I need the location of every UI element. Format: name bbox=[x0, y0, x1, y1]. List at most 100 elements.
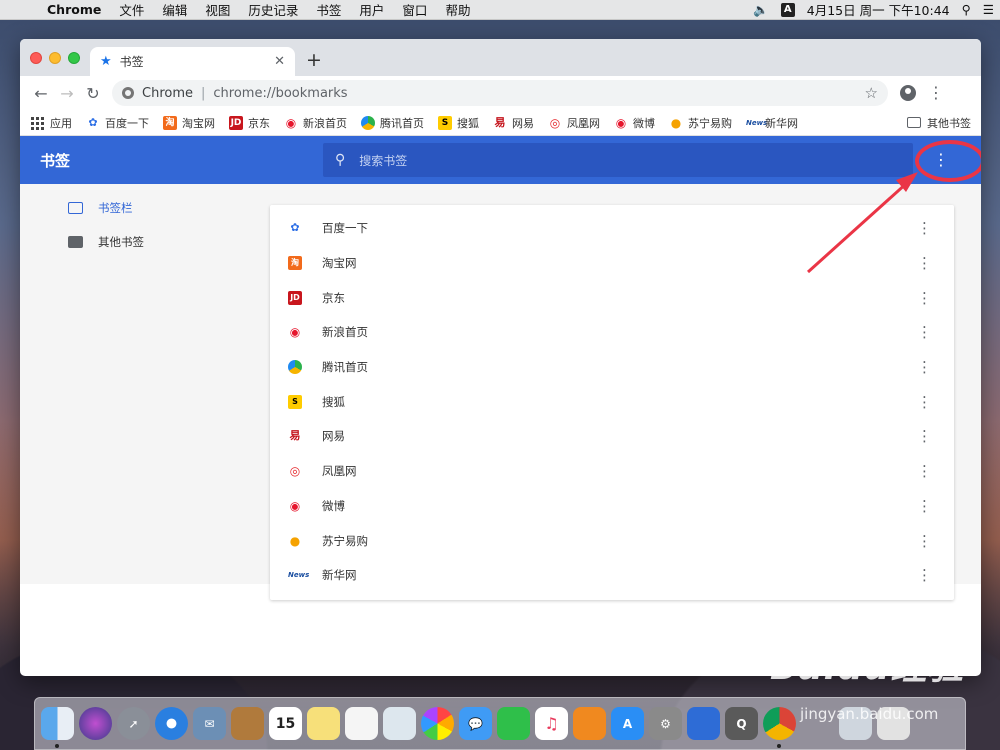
new-tab-button[interactable]: + bbox=[306, 49, 322, 71]
bookmark-suning[interactable]: ● 苏宁易购 bbox=[669, 115, 732, 131]
notification-center-icon[interactable]: ☰ bbox=[977, 2, 1000, 17]
menu-edit[interactable]: 编辑 bbox=[153, 0, 196, 19]
search-bookmarks-input[interactable]: ⚲ 搜索书签 bbox=[323, 143, 913, 177]
books-icon[interactable] bbox=[573, 707, 606, 740]
close-tab-icon[interactable]: ✕ bbox=[274, 54, 285, 69]
list-item[interactable]: ✿ 百度一下 ⋮ bbox=[270, 211, 954, 246]
clock[interactable]: 4月15日 周一 下午10:44 bbox=[801, 0, 956, 19]
list-item[interactable]: ◉ 新浪首页 ⋮ bbox=[270, 315, 954, 350]
menu-help[interactable]: 帮助 bbox=[436, 0, 479, 19]
bookmark-jd[interactable]: JD 京东 bbox=[229, 115, 270, 131]
back-arrow-icon[interactable]: ← bbox=[28, 84, 54, 103]
more-actions-icon[interactable]: ⋮ bbox=[917, 358, 932, 376]
bookmark-label: 苏宁易购 bbox=[688, 116, 732, 130]
contacts-icon[interactable] bbox=[231, 707, 264, 740]
bookmark-weibo[interactable]: ◉ 微博 bbox=[614, 115, 655, 131]
bookmark-taobao[interactable]: 淘淘宝网 bbox=[163, 115, 215, 131]
reload-icon[interactable]: ↻ bbox=[80, 84, 106, 103]
minimize-window-button[interactable] bbox=[49, 52, 61, 64]
list-item[interactable]: ◉ 微博 ⋮ bbox=[270, 489, 954, 524]
menu-history[interactable]: 历史记录 bbox=[239, 0, 307, 19]
tab-bookmarks[interactable]: ★ 书签 ✕ bbox=[90, 47, 295, 76]
jd-favicon-icon: JD bbox=[229, 115, 243, 130]
chrome-menu-icon[interactable]: ⋮ bbox=[928, 85, 944, 101]
folder-sidebar: 书签栏 其他书签 bbox=[20, 184, 260, 259]
bookmark-xinhua[interactable]: News 新华网 bbox=[746, 115, 798, 131]
screen-sharing-icon[interactable] bbox=[687, 707, 720, 740]
sidebar-item-label: 书签栏 bbox=[98, 201, 133, 215]
chrome-dock-icon[interactable] bbox=[763, 707, 796, 748]
app-store-icon[interactable]: A bbox=[611, 707, 644, 740]
sidebar-item-bookmarks-bar[interactable]: 书签栏 bbox=[20, 191, 260, 225]
music-icon[interactable]: ♫ bbox=[535, 707, 568, 740]
volume-icon[interactable]: 🔈 bbox=[747, 2, 775, 18]
siri-icon[interactable] bbox=[79, 707, 112, 740]
apps-shortcut[interactable]: 应用 bbox=[30, 115, 72, 131]
more-actions-icon[interactable]: ⋮ bbox=[917, 462, 932, 480]
more-actions-icon[interactable]: ⋮ bbox=[917, 289, 932, 307]
bookmark-star-icon[interactable]: ☆ bbox=[865, 84, 878, 102]
bookmark-ifeng[interactable]: ◎ 凤凰网 bbox=[548, 115, 600, 131]
list-item[interactable]: ● 苏宁易购 ⋮ bbox=[270, 523, 954, 558]
bookmark-label: 凤凰网 bbox=[567, 116, 600, 130]
more-actions-icon[interactable]: ⋮ bbox=[917, 566, 932, 584]
more-actions-icon[interactable]: ⋮ bbox=[917, 323, 932, 341]
mail-icon[interactable]: ✉ bbox=[193, 707, 226, 740]
list-item[interactable]: 淘 淘宝网 ⋮ bbox=[270, 246, 954, 281]
more-actions-icon[interactable]: ⋮ bbox=[917, 254, 932, 272]
url-text[interactable]: chrome://bookmarks bbox=[213, 86, 347, 101]
list-item[interactable]: 腾讯首页 ⋮ bbox=[270, 350, 954, 385]
address-separator: | bbox=[201, 85, 206, 101]
system-preferences-icon[interactable]: ⚙ bbox=[649, 707, 682, 740]
messages-icon[interactable]: 💬 bbox=[459, 707, 492, 740]
bookmark-sohu[interactable]: S 搜狐 bbox=[438, 115, 479, 131]
list-item[interactable]: 易 网易 ⋮ bbox=[270, 419, 954, 454]
baidu-favicon-icon: ✿ bbox=[88, 115, 98, 129]
facetime-icon[interactable] bbox=[497, 707, 530, 740]
more-actions-icon[interactable]: ⋮ bbox=[917, 393, 932, 411]
input-method-icon[interactable]: A bbox=[780, 2, 795, 17]
menu-app-name[interactable]: Chrome bbox=[38, 2, 110, 17]
bookmark-label: 新华网 bbox=[765, 116, 798, 130]
list-item[interactable]: S 搜狐 ⋮ bbox=[270, 384, 954, 419]
calendar-icon[interactable]: 15 bbox=[269, 707, 302, 740]
more-actions-icon[interactable]: ⋮ bbox=[917, 427, 932, 445]
sidebar-item-other-bookmarks[interactable]: 其他书签 bbox=[20, 225, 260, 259]
other-bookmarks-folder[interactable]: 其他书签 bbox=[907, 115, 971, 131]
menu-people[interactable]: 用户 bbox=[350, 0, 393, 19]
close-window-button[interactable] bbox=[30, 52, 42, 64]
menu-window[interactable]: 窗口 bbox=[393, 0, 436, 19]
menu-file[interactable]: 文件 bbox=[110, 0, 153, 19]
safari-icon[interactable] bbox=[155, 707, 188, 740]
list-item[interactable]: JD 京东 ⋮ bbox=[270, 280, 954, 315]
photos-icon[interactable] bbox=[421, 707, 454, 740]
bookmark-sina[interactable]: ◉ 新浪首页 bbox=[284, 115, 347, 131]
bookmark-qq[interactable]: 腾讯首页 bbox=[361, 115, 424, 131]
photo-booth-icon[interactable] bbox=[383, 707, 416, 740]
macos-menubar: Chrome 文件 编辑 视图 历史记录 书签 用户 窗口 帮助 🔈 A 4月1… bbox=[0, 0, 1000, 20]
maximize-window-button[interactable] bbox=[68, 52, 80, 64]
reminders-icon[interactable] bbox=[345, 707, 378, 740]
site-label: Chrome bbox=[142, 85, 193, 101]
profile-avatar-icon[interactable] bbox=[900, 85, 916, 101]
quicktime-icon[interactable]: Q bbox=[725, 707, 758, 740]
more-actions-icon[interactable]: ⋮ bbox=[917, 532, 932, 550]
spotlight-search-icon[interactable]: ⚲ bbox=[956, 2, 977, 17]
sina-favicon-icon: ◉ bbox=[285, 115, 297, 130]
notes-icon[interactable] bbox=[307, 707, 340, 740]
search-icon: ⚲ bbox=[335, 152, 346, 168]
finder-icon[interactable] bbox=[41, 707, 74, 748]
address-bar[interactable]: Chrome | chrome://bookmarks ☆ bbox=[112, 80, 888, 106]
forward-arrow-icon[interactable]: → bbox=[54, 84, 80, 103]
menu-bookmarks[interactable]: 书签 bbox=[307, 0, 350, 19]
bookmark-163[interactable]: 易网易 bbox=[493, 115, 535, 131]
menu-view[interactable]: 视图 bbox=[196, 0, 239, 19]
bookmark-baidu[interactable]: ✿ 百度一下 bbox=[86, 115, 149, 131]
more-actions-icon[interactable]: ⋮ bbox=[917, 497, 932, 515]
more-actions-icon[interactable]: ⋮ bbox=[917, 219, 932, 237]
list-item[interactable]: ◎ 凤凰网 ⋮ bbox=[270, 454, 954, 489]
baidu-watermark: Baidu经验 bbox=[770, 647, 965, 688]
list-item-label: 京东 bbox=[322, 290, 345, 305]
launchpad-icon[interactable]: ➚ bbox=[117, 707, 150, 740]
list-item[interactable]: News 新华网 ⋮ bbox=[270, 558, 954, 593]
